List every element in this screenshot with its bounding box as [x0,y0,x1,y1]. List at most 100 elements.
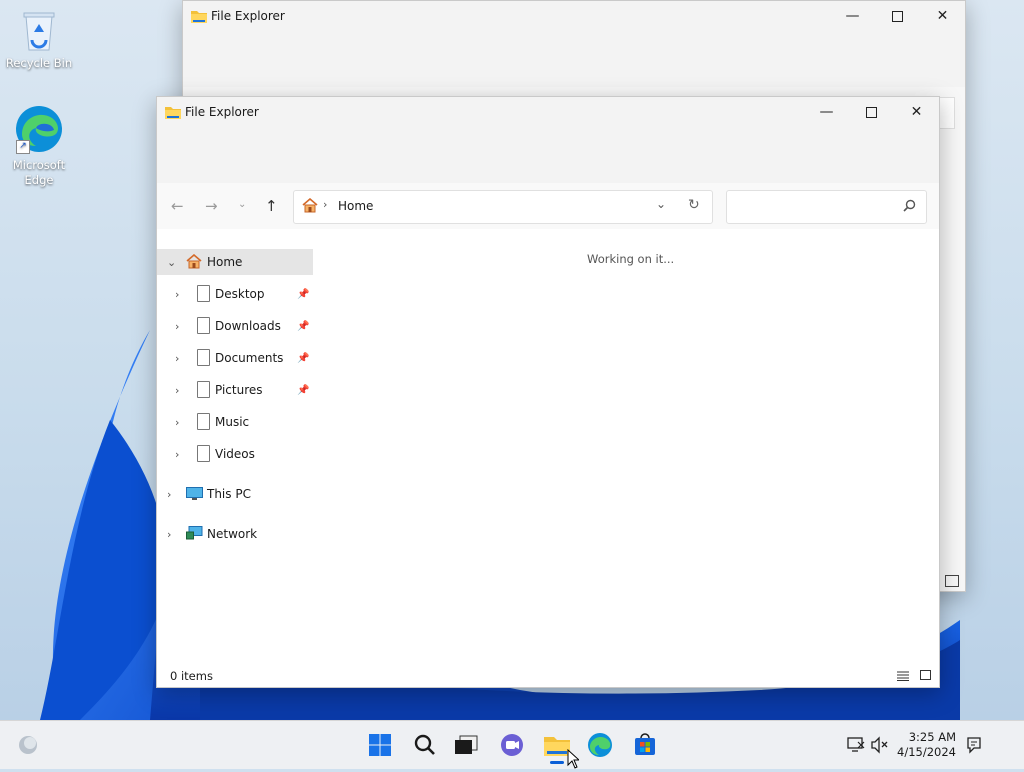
notifications-icon[interactable] [960,731,988,759]
store-icon[interactable] [631,731,659,759]
details-view-button[interactable] [945,575,959,587]
desktop-icon-recycle-bin[interactable]: Recycle Bin [1,10,77,71]
loading-message: Working on it... [587,252,675,266]
maximize-button[interactable] [875,1,920,31]
shortcut-arrow-icon: ↗ [16,140,30,154]
chevron-right-icon[interactable]: › [167,528,171,541]
chat-icon[interactable] [498,731,526,759]
search-input[interactable] [731,195,895,219]
item-count: 0 items [170,669,213,683]
navigation-pane: ⌄ Home › Desktop 📌 › Downloads 📌 › Docum… [157,229,313,667]
minimize-button[interactable]: — [804,97,849,127]
search-icon[interactable] [411,731,439,759]
computer-icon [186,487,203,504]
edge-icon[interactable] [586,731,614,759]
home-icon [186,253,202,272]
pin-icon: 📌 [297,384,310,396]
chevron-right-icon[interactable]: › [167,488,171,501]
document-icon [197,285,210,302]
chevron-right-icon[interactable]: › [175,384,179,397]
chevron-right-icon[interactable]: › [175,448,179,461]
details-view-icon[interactable] [897,670,909,681]
sidebar-item-label: Downloads [215,319,281,333]
network-icon [186,526,203,544]
desktop-icon-edge[interactable]: ↗ Microsoft Edge [1,104,77,188]
document-icon [197,381,210,398]
sidebar-item-videos[interactable]: › Videos [157,441,313,467]
pin-icon: 📌 [297,320,310,332]
chevron-right-icon[interactable]: › [175,320,179,333]
address-bar[interactable]: › Home ⌄ ↻ [293,190,713,224]
sidebar-item-this-pc[interactable]: › This PC [157,481,313,507]
close-button[interactable]: ✕ [920,1,965,31]
sidebar-item-desktop[interactable]: › Desktop 📌 [157,281,313,307]
sidebar-item-home[interactable]: ⌄ Home [157,249,313,275]
large-icons-view-icon[interactable] [920,670,931,680]
refresh-icon[interactable]: ↻ [688,197,700,213]
search-box[interactable] [726,190,927,224]
sidebar-item-label: Videos [215,447,255,461]
active-app-indicator [550,761,564,764]
pin-icon: 📌 [297,352,310,364]
file-explorer-window[interactable]: File Explorer — ✕ ← → ⌄ ↑ › Home ⌄ ↻ ⌄ H… [156,96,940,688]
maximize-button[interactable] [849,97,894,127]
document-icon [197,445,210,462]
breadcrumb-separator-icon: › [323,198,328,211]
sidebar-item-documents[interactable]: › Documents 📌 [157,345,313,371]
sidebar-item-label: This PC [207,487,251,501]
forward-arrow-icon[interactable]: → [205,197,218,215]
folder-icon [191,9,207,26]
ribbon [183,33,965,87]
document-icon [197,413,210,430]
maximize-icon [892,10,903,22]
title-bar[interactable]: File Explorer — ✕ [183,1,965,33]
sidebar-item-downloads[interactable]: › Downloads 📌 [157,313,313,339]
sidebar-item-label: Pictures [215,383,263,397]
chevron-right-icon[interactable]: › [175,416,179,429]
ribbon [157,129,939,183]
up-arrow-icon[interactable]: ↑ [265,197,278,215]
pin-icon: 📌 [297,288,310,300]
sidebar-item-music[interactable]: › Music [157,409,313,435]
desktop-icon-label: Microsoft Edge [12,158,66,187]
home-icon [302,197,318,216]
breadcrumb-home[interactable]: Home [338,199,373,213]
document-icon [197,317,210,334]
sidebar-item-label: Home [207,255,243,269]
chevron-down-icon[interactable]: ⌄ [167,256,176,269]
maximize-icon [866,106,877,118]
navigation-bar: ← → ⌄ ↑ › Home ⌄ ↻ [157,183,939,229]
close-button[interactable]: ✕ [894,97,939,127]
task-view-icon[interactable] [452,731,480,759]
clock-time: 3:25 AM [908,730,956,744]
sidebar-item-network[interactable]: › Network [157,521,313,547]
address-history-chevron-icon[interactable]: ⌄ [656,197,666,211]
document-icon [197,349,210,366]
window-title: File Explorer [185,105,259,119]
system-clock[interactable]: 3:25 AM 4/15/2024 [897,730,956,760]
clock-date: 4/15/2024 [897,745,956,759]
folder-icon [165,105,181,122]
title-bar[interactable]: File Explorer — ✕ [157,97,939,129]
minimize-icon: — [819,104,834,120]
sidebar-item-label: Desktop [215,287,265,301]
volume-muted-icon[interactable] [866,731,894,759]
chevron-right-icon[interactable]: › [175,352,179,365]
close-icon: ✕ [910,104,923,120]
minimize-icon: — [845,8,860,24]
status-bar: 0 items [157,667,939,687]
close-icon: ✕ [936,8,949,24]
widgets-icon[interactable] [14,731,42,759]
minimize-button[interactable]: — [830,1,875,31]
edge-icon: ↗ [14,104,64,154]
recycle-bin-icon [20,10,58,52]
back-arrow-icon[interactable]: ← [171,197,184,215]
sidebar-item-pictures[interactable]: › Pictures 📌 [157,377,313,403]
start-icon[interactable] [366,731,394,759]
desktop-icon-label: Recycle Bin [5,56,73,70]
sidebar-item-label: Network [207,527,258,541]
mouse-cursor [567,748,581,772]
window-title: File Explorer [211,9,285,23]
recent-locations-chevron-icon[interactable]: ⌄ [238,199,246,210]
chevron-right-icon[interactable]: › [175,288,179,301]
